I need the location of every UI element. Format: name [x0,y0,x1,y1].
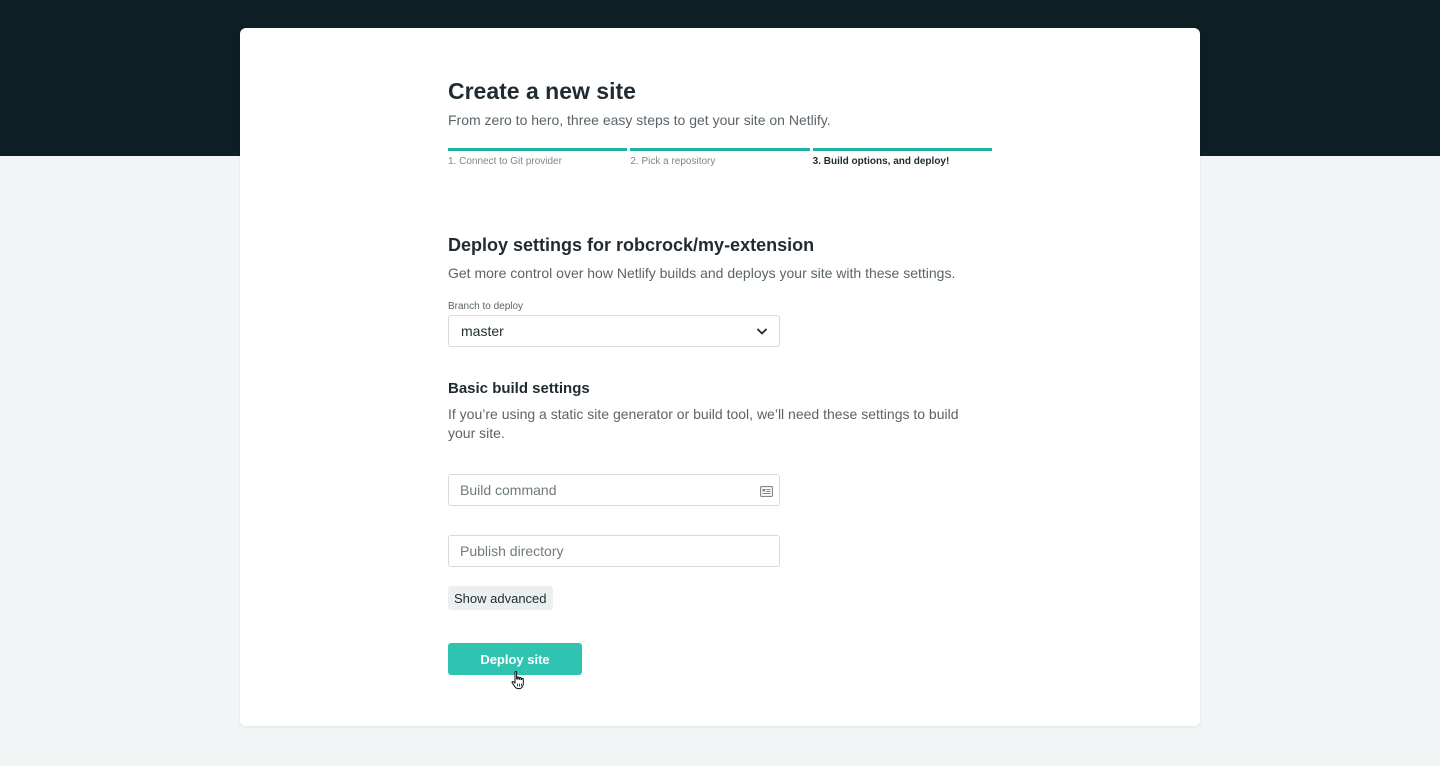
build-settings-description: If you’re using a static site generator … [448,406,959,441]
step-pick-repository: 2. Pick a repository [630,148,810,167]
build-settings-title: Basic build settings [448,380,590,397]
branch-label: Branch to deploy [448,301,524,312]
deploy-settings-description: Get more control over how Netlify builds… [448,265,956,281]
keyboard-icon [760,484,773,497]
show-advanced-button[interactable]: Show advanced [448,586,553,610]
progress-steps: 1. Connect to Git provider 2. Pick a rep… [448,148,992,167]
step-connect-git: 1. Connect to Git provider [448,148,628,167]
step-build-deploy: 3. Build options, and deploy! [812,148,992,167]
create-site-card: Create a new site From zero to hero, thr… [240,28,1200,726]
hand-pointer-cursor-icon [510,670,526,690]
build-command-input[interactable] [448,474,780,506]
branch-select-value: master [461,323,504,339]
chevron-down-icon [757,325,767,338]
page-subtitle: From zero to hero, three easy steps to g… [448,112,831,128]
publish-directory-input[interactable] [448,535,780,567]
page-title: Create a new site [448,78,636,104]
branch-select[interactable]: master [448,315,780,347]
deploy-settings-title: Deploy settings for robcrock/my-extensio… [448,235,815,255]
